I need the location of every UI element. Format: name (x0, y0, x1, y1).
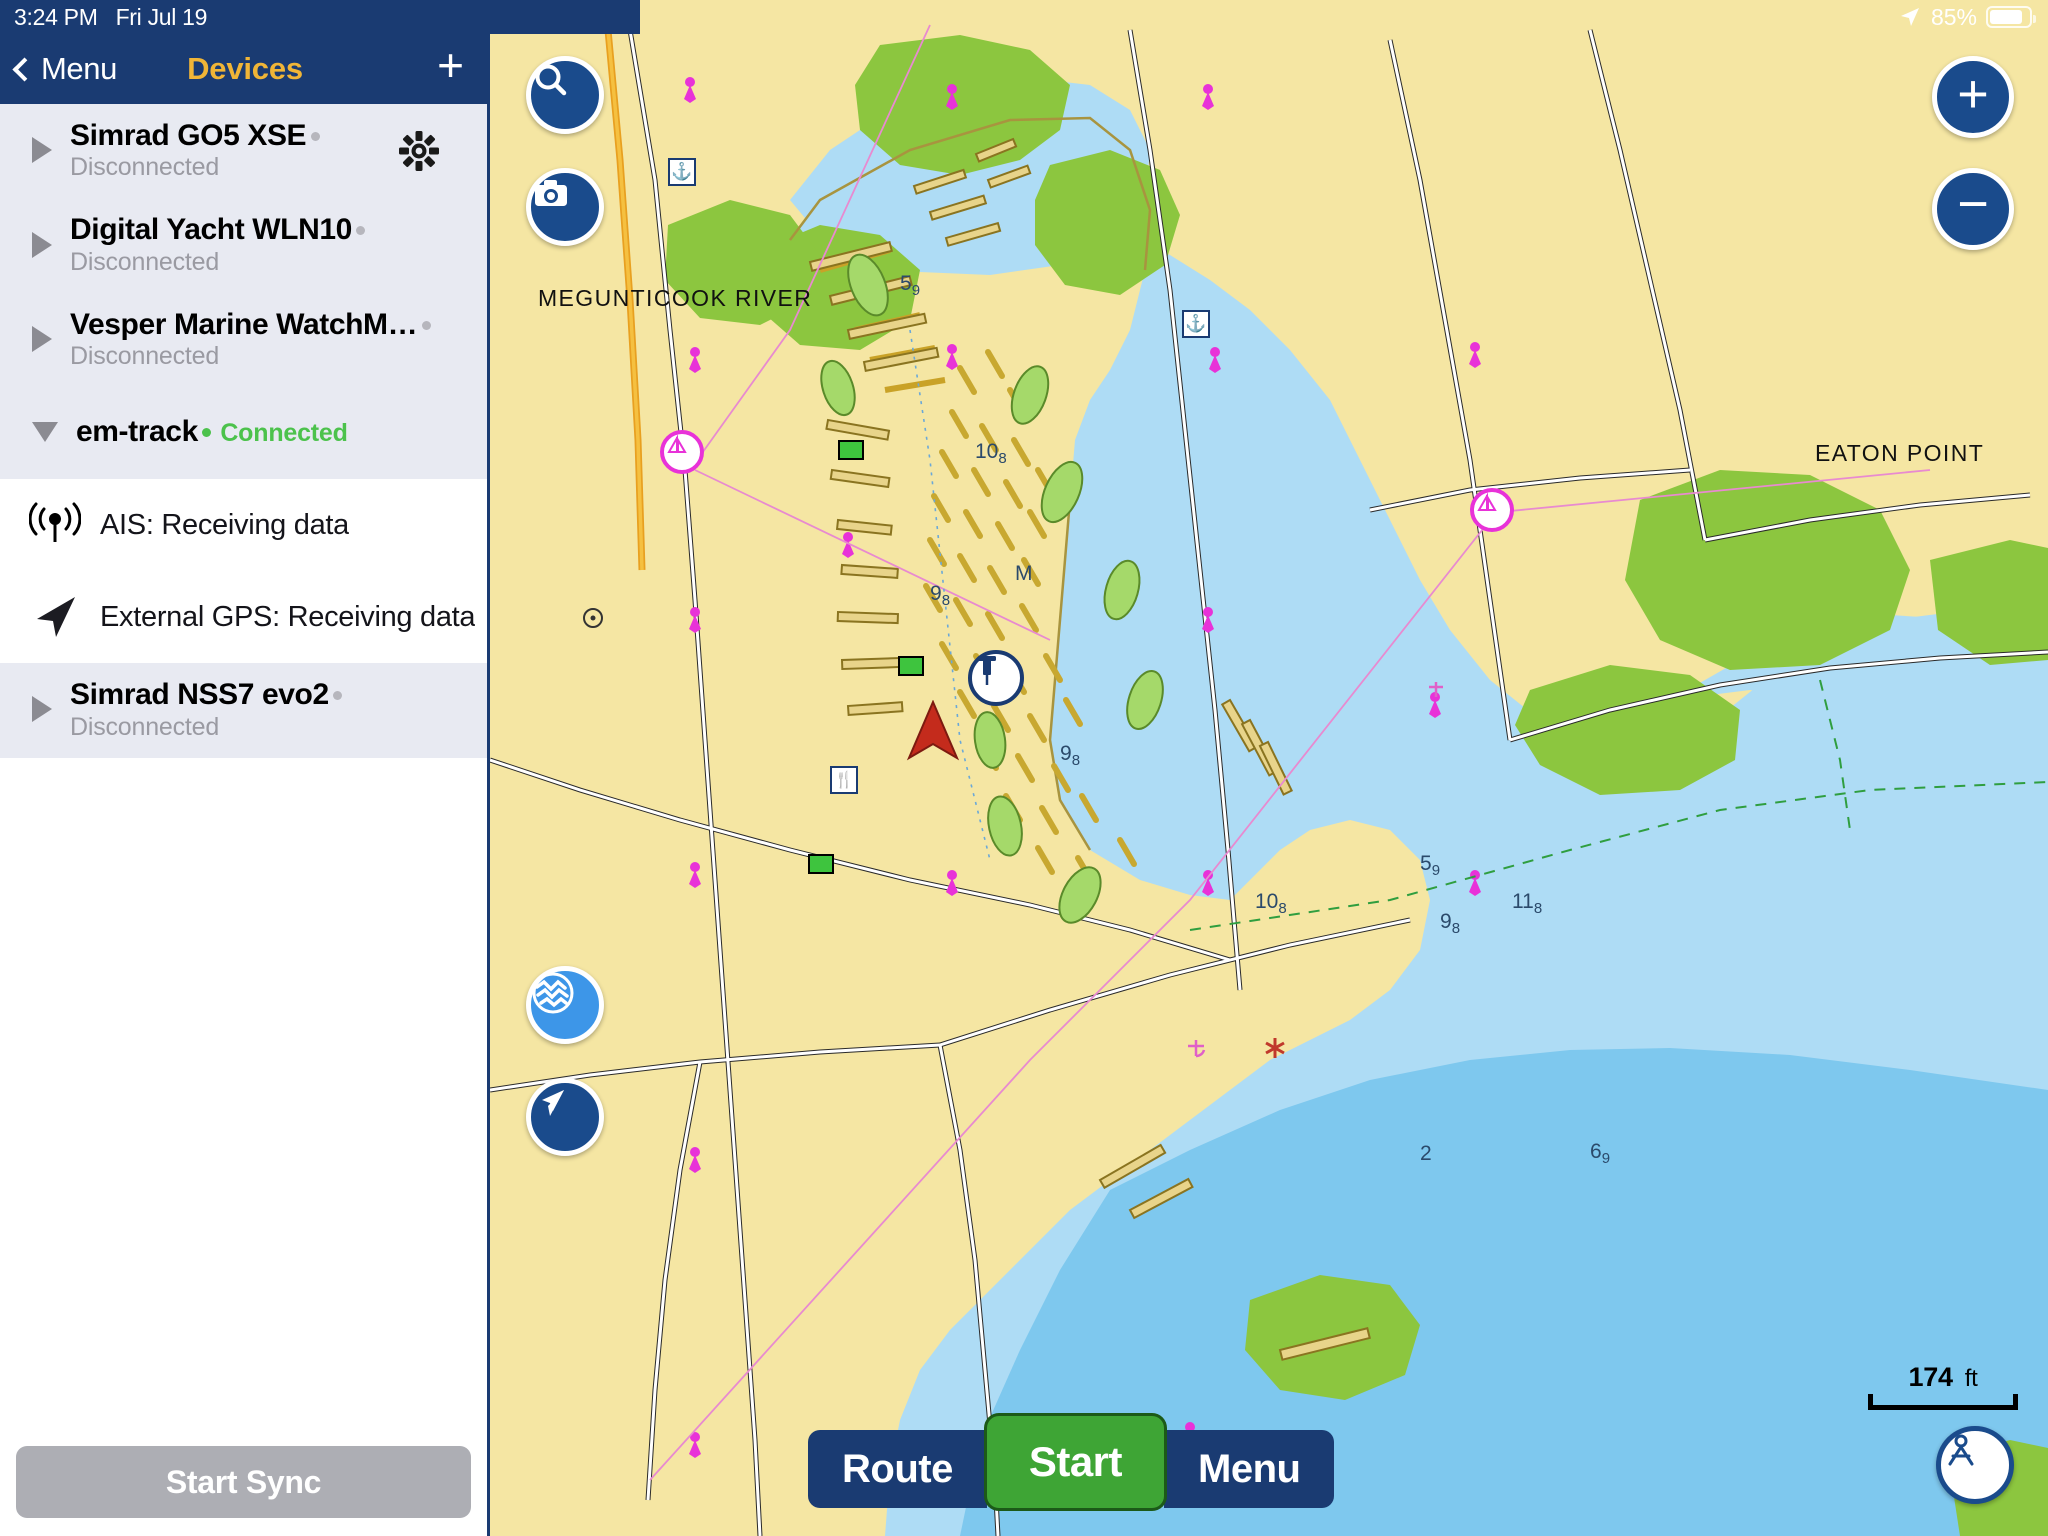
status-date: Fri Jul 19 (115, 3, 208, 30)
gps-status-label: External GPS: Receiving data (100, 600, 476, 633)
device-row[interactable]: Simrad GO5 XSE Disconnected (0, 104, 487, 199)
gear-icon[interactable] (397, 129, 441, 173)
device-subitem-ais[interactable]: AIS: Receiving data (0, 479, 487, 572)
scale-line (1868, 1394, 2018, 1410)
person-icon (1948, 1434, 1974, 1466)
device-name: Vesper Marine WatchM… (70, 307, 418, 341)
zoom-out-label: − (1957, 174, 1989, 234)
battery-icon (1986, 6, 2036, 28)
user-profile-button[interactable] (1936, 1426, 2014, 1504)
ais-vessel-marker[interactable] (660, 430, 704, 474)
poi-marina-icon (838, 440, 864, 460)
scale-unit: ft (1964, 1365, 1978, 1392)
map-bottom-toolbar: Route Start Menu (808, 1416, 1335, 1508)
disclosure-triangle-icon[interactable] (32, 231, 52, 258)
device-subitem-gps[interactable]: External GPS: Receiving data (0, 571, 487, 664)
device-status: Connected (202, 419, 348, 448)
menu-button[interactable]: Menu (1164, 1430, 1335, 1508)
disclosure-triangle-icon[interactable] (32, 137, 52, 164)
search-button[interactable] (526, 56, 604, 134)
camera-button[interactable] (526, 168, 604, 246)
zoom-in-label: + (1957, 64, 1989, 124)
location-arrow-icon (1900, 8, 1919, 26)
poi-marina-icon (808, 854, 834, 874)
broadcast-antenna-icon (24, 502, 86, 548)
navigation-arrow-icon (24, 593, 86, 641)
disclosure-triangle-icon[interactable] (32, 696, 52, 723)
add-device-button[interactable]: + (437, 42, 464, 88)
devices-sidebar: Simrad GO5 XSE Disconnected Digital Yach… (0, 104, 490, 1536)
device-name: Simrad GO5 XSE (70, 119, 307, 152)
camera-icon (535, 180, 567, 206)
device-row[interactable]: Vesper Marine WatchM… Disconnected (0, 292, 487, 388)
battery-percent: 85% (1930, 3, 1977, 30)
device-row[interactable]: Simrad NSS7 evo2 Disconnected (0, 663, 487, 758)
status-bar-right: 85% (1898, 0, 2036, 34)
poi-restaurant-icon: 🍴 (830, 766, 858, 794)
map-scale-bar: 174 ft (1868, 1362, 2018, 1410)
device-status-label: Connected (220, 419, 348, 448)
start-button[interactable]: Start (986, 1416, 1165, 1508)
navigation-header: Menu Devices + (0, 34, 490, 104)
device-status-label: Disconnected (70, 342, 220, 371)
chevron-left-icon (12, 56, 37, 82)
sync-button-container: Start Sync (0, 1432, 487, 1536)
device-name: Simrad NSS7 evo2 (70, 678, 329, 712)
poi-anchorage-icon: ⚓ (668, 158, 696, 186)
center-location-button[interactable] (526, 1078, 604, 1156)
waypoint-pin-marker[interactable] (968, 650, 1024, 706)
device-status-label: Disconnected (70, 247, 220, 276)
navigation-arrow-icon (540, 1090, 564, 1116)
zoom-in-button[interactable]: + (1932, 56, 2014, 138)
poi-marina-icon (898, 656, 924, 676)
route-button[interactable]: Route (808, 1430, 987, 1508)
back-label: Menu (41, 51, 117, 86)
device-name: em-track (76, 415, 198, 449)
status-bar: 3:24 PM Fri Jul 19 (0, 0, 640, 34)
device-status-label: Disconnected (70, 153, 220, 182)
start-sync-button[interactable]: Start Sync (16, 1446, 471, 1518)
status-dot-icon (356, 226, 366, 236)
marine-navigation-app: ⚓ ⚓ 🍴 MEGUNTICOOK RIVER EATON POINT 59 1… (0, 0, 2048, 1536)
disclosure-triangle-icon[interactable] (32, 325, 52, 352)
status-dot-icon (202, 428, 212, 438)
zoom-out-button[interactable]: − (1932, 168, 2014, 250)
ais-vessel-marker[interactable] (1470, 488, 1514, 532)
status-time: 3:24 PM (14, 3, 98, 30)
device-name: Digital Yacht WLN10 (70, 213, 352, 247)
back-to-menu-button[interactable]: Menu (0, 51, 117, 87)
poi-anchor-icon: ⚓ (1182, 310, 1210, 338)
status-dot-icon (333, 691, 343, 701)
sonar-layer-button[interactable] (526, 966, 604, 1044)
device-status-label: Disconnected (70, 712, 220, 741)
sonar-waves-icon (532, 972, 574, 1014)
scale-value: 174 (1908, 1362, 1953, 1392)
ais-status-label: AIS: Receiving data (100, 508, 349, 541)
device-row-expanded[interactable]: em-track Connected (0, 387, 487, 480)
disclosure-triangle-icon[interactable] (32, 422, 58, 443)
status-dot-icon (310, 131, 320, 141)
nautical-chart-map[interactable]: ⚓ ⚓ 🍴 MEGUNTICOOK RIVER EATON POINT 59 1… (490, 0, 2048, 1536)
device-row[interactable]: Digital Yacht WLN10 Disconnected (0, 198, 487, 293)
status-dot-icon (421, 320, 431, 330)
search-icon (535, 64, 567, 96)
